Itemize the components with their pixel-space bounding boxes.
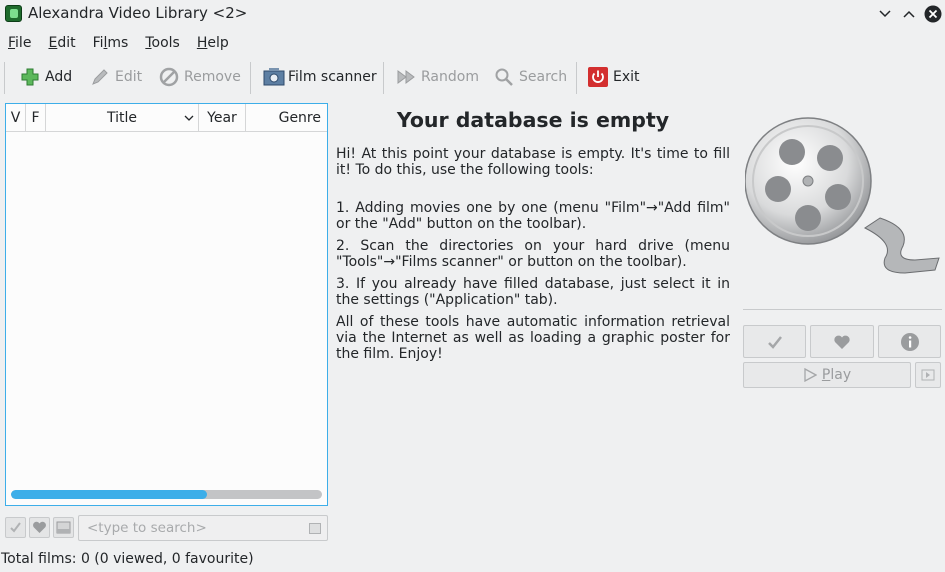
film-info-button[interactable] (878, 325, 941, 358)
info-outro: All of these tools have automatic inform… (336, 314, 730, 362)
add-button[interactable]: Add (20, 66, 72, 88)
menu-file[interactable]: File (0, 32, 40, 56)
menu-help[interactable]: Help (189, 32, 238, 56)
toolbar: Add Edit Remove Film scanner Random Sear… (0, 60, 945, 94)
toolbar-separator (383, 62, 384, 94)
film-scanner-button[interactable]: Film scanner (263, 66, 377, 88)
film-reel-poster (744, 108, 941, 286)
pencil-icon (90, 67, 110, 87)
favourite-filter-button[interactable] (29, 517, 50, 538)
progress-bar (11, 490, 322, 499)
check-icon (10, 522, 21, 533)
column-header-year[interactable]: Year (199, 104, 246, 132)
film-reel-icon (744, 117, 940, 274)
info-intro: Hi! At this point your database is empty… (336, 146, 730, 178)
disk-filter-button[interactable] (53, 517, 74, 538)
clear-search-icon[interactable] (309, 523, 321, 534)
scanner-icon (263, 67, 285, 87)
app-icon (5, 5, 22, 22)
play-button[interactable]: Play (743, 362, 911, 388)
chevron-up-icon (903, 10, 915, 18)
heart-icon (834, 335, 850, 349)
exit-button[interactable]: Exit (588, 66, 640, 88)
minimize-button[interactable] (876, 5, 894, 23)
toolbar-separator (250, 62, 251, 94)
heart-icon (33, 521, 46, 533)
edit-button[interactable]: Edit (90, 66, 142, 88)
column-header-title[interactable]: Title (46, 104, 199, 132)
mark-favourite-button[interactable] (810, 325, 874, 358)
check-icon (767, 335, 782, 349)
play-options-button[interactable] (915, 362, 941, 388)
plus-icon (20, 67, 40, 87)
play-icon (804, 368, 817, 382)
power-icon (588, 67, 608, 87)
table-header: V F Title Year Genre (6, 104, 327, 132)
menu-edit[interactable]: Edit (40, 32, 84, 56)
mark-viewed-button[interactable] (743, 325, 806, 358)
search-button[interactable]: Search (494, 66, 567, 88)
toolbar-separator (576, 62, 577, 94)
remove-button[interactable]: Remove (159, 66, 241, 88)
column-header-viewed[interactable]: V (6, 104, 26, 132)
column-header-favourite[interactable]: F (26, 104, 46, 132)
search-input[interactable]: <type to search> (78, 515, 328, 541)
info-step-2: 2. Scan the directories on your hard dri… (336, 238, 730, 270)
chevron-down-icon (879, 10, 891, 18)
close-icon (924, 5, 942, 23)
forbidden-icon (159, 67, 179, 87)
window-title: Alexandra Video Library <2> (28, 4, 248, 22)
drive-icon (56, 521, 71, 534)
sort-chevron-icon (184, 115, 194, 121)
panel-divider (743, 309, 942, 310)
column-header-genre[interactable]: Genre (246, 104, 327, 132)
title-bar: Alexandra Video Library <2> (0, 0, 945, 28)
fast-forward-icon (396, 67, 416, 87)
toolbar-handle (4, 62, 5, 94)
info-step-3: 3. If you already have filled database, … (336, 276, 730, 308)
menu-tools[interactable]: Tools (137, 32, 189, 56)
progress-fill (11, 490, 207, 499)
films-list[interactable]: V F Title Year Genre (5, 103, 328, 506)
random-button[interactable]: Random (396, 66, 479, 88)
forward-icon (921, 369, 935, 381)
info-step-1: 1. Adding movies one by one (menu "Film"… (336, 200, 730, 232)
info-panel: Your database is empty Hi! At this point… (336, 108, 730, 368)
menu-bar: File Edit Films Tools Help (0, 32, 238, 56)
maximize-button[interactable] (900, 5, 918, 23)
viewed-filter-button[interactable] (5, 517, 26, 538)
status-bar: Total films: 0 (0 viewed, 0 favourite) (1, 551, 254, 567)
menu-films[interactable]: Films (85, 32, 138, 56)
info-heading: Your database is empty (396, 108, 670, 132)
info-icon (900, 332, 919, 351)
search-icon (494, 67, 514, 87)
close-button[interactable] (924, 5, 942, 23)
